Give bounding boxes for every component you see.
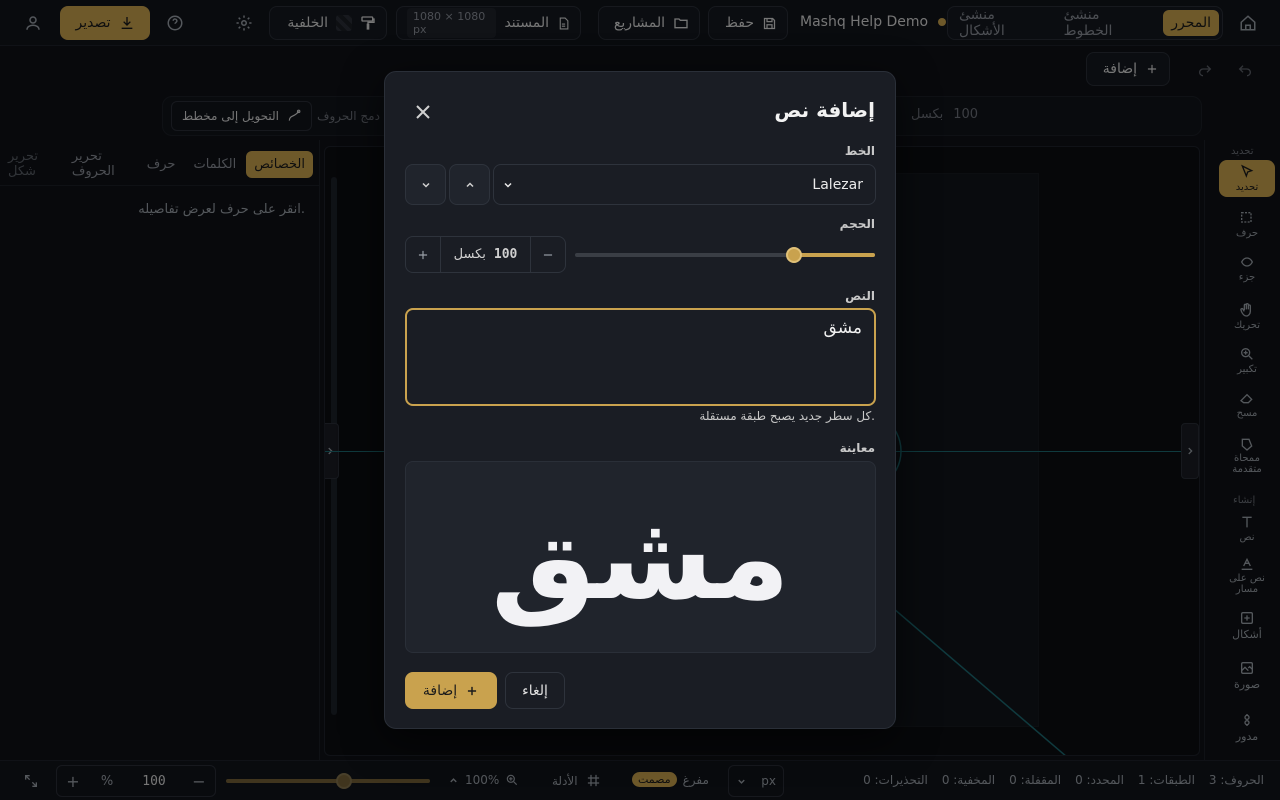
- font-select-value: Lalezar: [812, 176, 863, 193]
- size-stepper: 100 بكسل: [405, 236, 566, 273]
- text-hint: كل سطر جديد يصبح طبقة مستقلة.: [699, 409, 875, 423]
- plus-icon: [468, 686, 477, 695]
- cancel-label: إلغاء: [522, 682, 548, 699]
- size-decrease-button[interactable]: [531, 237, 565, 272]
- add-text-dialog: إضافة نص الخط Lalezar الحجم 100 بكسل الن…: [384, 71, 896, 729]
- size-value: 100: [493, 247, 518, 262]
- text-preview: مشق: [405, 461, 876, 653]
- font-select[interactable]: Lalezar: [493, 164, 876, 205]
- font-label: الخط: [844, 144, 875, 158]
- size-label: الحجم: [839, 217, 875, 231]
- close-icon[interactable]: [411, 100, 435, 124]
- font-prev-button[interactable]: [449, 164, 490, 205]
- size-slider[interactable]: [575, 247, 875, 263]
- preview-label: معاينة: [839, 441, 875, 455]
- text-input[interactable]: مشق: [405, 308, 876, 406]
- add-text-button[interactable]: إضافة: [405, 672, 497, 709]
- add-text-label: إضافة: [422, 682, 458, 699]
- size-slider-thumb[interactable]: [786, 247, 802, 263]
- cancel-button[interactable]: إلغاء: [505, 672, 565, 709]
- size-slider-fill: [794, 253, 875, 257]
- size-value-field[interactable]: 100 بكسل: [440, 237, 531, 272]
- chevron-down-icon: [504, 182, 512, 188]
- chevron-down-icon: [421, 182, 430, 188]
- size-increase-button[interactable]: [406, 237, 440, 272]
- font-next-button[interactable]: [405, 164, 446, 205]
- text-label: النص: [845, 289, 875, 303]
- preview-text: مشق: [490, 488, 792, 626]
- dialog-title: إضافة نص: [774, 98, 875, 122]
- size-unit: بكسل: [453, 247, 486, 262]
- minus-icon: [543, 253, 553, 256]
- chevron-up-icon: [465, 181, 474, 187]
- plus-icon: [418, 250, 428, 259]
